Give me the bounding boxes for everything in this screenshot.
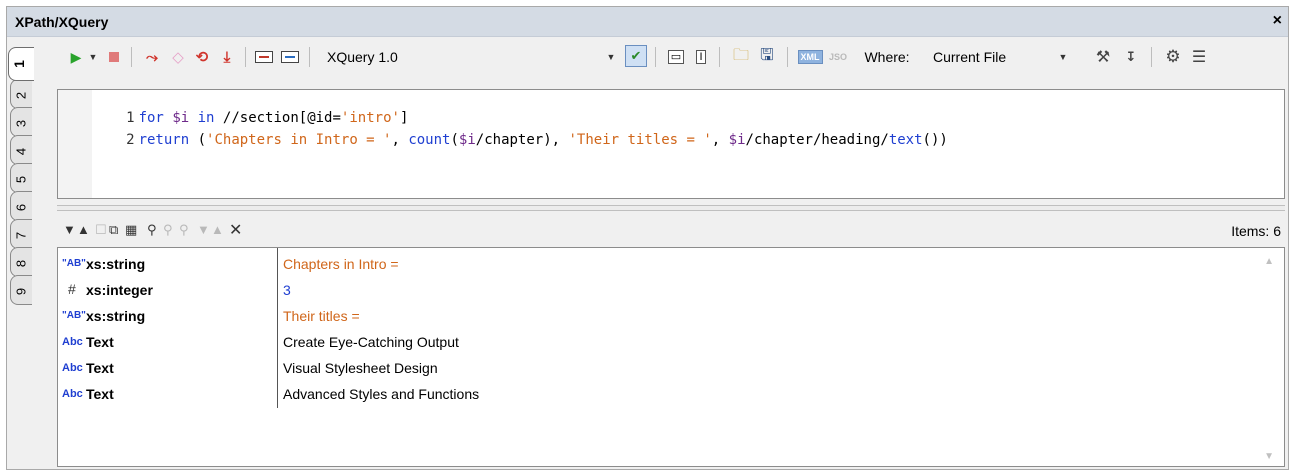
step-over-icon[interactable]: ◇: [167, 47, 189, 67]
version-dropdown-icon[interactable]: ▼: [605, 47, 617, 67]
expand-icon[interactable]: ▲: [77, 222, 90, 237]
wrap-icon[interactable]: ↧: [1119, 47, 1143, 67]
text-type-icon: Abc: [62, 388, 83, 400]
result-row[interactable]: "AB" xs:string Their titles =: [58, 304, 1258, 330]
cursor-icon[interactable]: I: [691, 47, 711, 67]
window-title: XPath/XQuery: [15, 14, 109, 30]
validate-toggle[interactable]: ✔: [624, 45, 648, 67]
grid-icon[interactable]: ▦: [125, 222, 137, 238]
output-window-icon[interactable]: [279, 47, 301, 67]
tab-1[interactable]: 1: [8, 47, 34, 81]
clear-icon[interactable]: ✕: [229, 220, 242, 240]
query-editor[interactable]: 1 for $i in //section[@id='intro'] 2 retur…: [57, 89, 1285, 199]
integer-type-icon: #: [68, 281, 76, 297]
run-icon[interactable]: ▶: [67, 47, 85, 67]
checkmark-chart-icon: ✔: [625, 45, 647, 67]
result-type: xs:string: [86, 256, 146, 272]
tab-7[interactable]: 7: [10, 219, 32, 249]
toolbar-separator: [1151, 47, 1152, 67]
stop-icon[interactable]: [105, 47, 123, 67]
string-type-icon: "AB": [62, 258, 86, 269]
result-value: Visual Stylesheet Design: [283, 360, 438, 376]
result-row[interactable]: "AB" xs:string Chapters in Intro =: [58, 252, 1258, 278]
where-select[interactable]: Current File: [933, 47, 1053, 67]
result-row[interactable]: # xs:integer 3: [58, 278, 1258, 304]
input-window-icon[interactable]: [253, 47, 275, 67]
text-type-icon: Abc: [62, 336, 83, 348]
result-type: xs:integer: [86, 282, 153, 298]
tools-icon[interactable]: ⚒: [1091, 47, 1115, 67]
tab-5[interactable]: 5: [10, 163, 32, 193]
find-next-icon[interactable]: ⚲: [163, 222, 173, 238]
result-type: Text: [86, 360, 114, 376]
close-icon[interactable]: ×: [1273, 12, 1282, 30]
next-item-icon[interactable]: ▼: [197, 222, 210, 237]
string-type-icon: "AB": [62, 310, 86, 321]
result-value: Advanced Styles and Functions: [283, 386, 480, 402]
json-mode-button[interactable]: JSO: [825, 47, 851, 67]
main-toolbar: ▶ ▼ ⤳ ◇ ⟲ ⤓ XQuery 1.0 ▼ ✔ ▭ I 🗀 🖫 XML J…: [57, 43, 1285, 71]
xml-mode-button[interactable]: XML: [795, 47, 825, 67]
toolbar-separator: [655, 47, 656, 67]
items-count: Items: 6: [1231, 223, 1281, 239]
text-type-icon: Abc: [62, 362, 83, 374]
run-to-cursor-icon[interactable]: ⤓: [217, 47, 237, 67]
scroll-up-icon[interactable]: ▲: [1264, 256, 1274, 267]
code-line-2: 2 return ('Chapters in Intro = ', count($…: [126, 132, 948, 148]
result-value: 3: [283, 282, 291, 298]
tab-9[interactable]: 9: [10, 275, 32, 305]
pane-splitter[interactable]: [57, 205, 1285, 211]
run-dropdown-icon[interactable]: ▼: [87, 47, 99, 67]
toolbar-separator: [719, 47, 720, 67]
code-line-1: 1 for $i in //section[@id='intro']: [126, 110, 409, 126]
version-select[interactable]: XQuery 1.0: [327, 47, 467, 67]
result-value: Their titles =: [283, 308, 360, 324]
result-value: Create Eye-Catching Output: [283, 334, 459, 350]
scroll-down-icon[interactable]: ▼: [1264, 451, 1274, 462]
result-type: Text: [86, 386, 114, 402]
settings-gear-icon[interactable]: ⚙: [1161, 47, 1185, 67]
results-panel: "AB" xs:string Chapters in Intro = # xs:…: [57, 247, 1285, 467]
list-view-icon[interactable]: ☰: [1187, 47, 1211, 67]
result-row[interactable]: Abc Text Create Eye-Catching Output: [58, 330, 1258, 356]
result-type: Text: [86, 334, 114, 350]
toolbar-separator: [787, 47, 788, 67]
vertical-tabs: 1 2 3 4 5 6 7 8 9: [7, 47, 34, 307]
tab-8[interactable]: 8: [10, 247, 32, 277]
save-icon[interactable]: 🖫: [755, 47, 779, 67]
find-icon[interactable]: ⚲: [147, 222, 157, 238]
result-row[interactable]: Abc Text Visual Stylesheet Design: [58, 356, 1258, 382]
results-toolbar: ▼ ▲ ☐ ⧉ ▦ ⚲ ⚲ ⚲ ▼ ▲ ✕ Items: 6: [57, 220, 1285, 242]
tab-6[interactable]: 6: [10, 191, 32, 221]
xpath-xquery-window: XPath/XQuery × 1 2 3 4 5 6 7 8 9 ▶ ▼ ⤳ ◇…: [6, 6, 1289, 470]
step-out-icon[interactable]: ⟲: [191, 47, 213, 67]
copy-icon[interactable]: ☐: [95, 222, 107, 238]
where-label: Where:: [864, 49, 910, 65]
debug-step-icon[interactable]: ⤳: [141, 47, 163, 67]
tab-3[interactable]: 3: [10, 107, 32, 137]
result-value: Chapters in Intro =: [283, 256, 399, 272]
toolbar-separator: [245, 47, 246, 67]
collapse-icon[interactable]: ▼: [63, 222, 76, 237]
format-icon[interactable]: ▭: [665, 47, 687, 67]
copy-all-icon[interactable]: ⧉: [109, 222, 118, 238]
tab-4[interactable]: 4: [10, 135, 32, 165]
result-type: xs:string: [86, 308, 146, 324]
title-bar: XPath/XQuery ×: [7, 7, 1288, 37]
toolbar-separator: [131, 47, 132, 67]
open-folder-icon[interactable]: 🗀: [729, 47, 753, 67]
toolbar-separator: [309, 47, 310, 67]
tab-2[interactable]: 2: [10, 79, 32, 109]
result-row[interactable]: Abc Text Advanced Styles and Functions: [58, 382, 1258, 408]
prev-item-icon[interactable]: ▲: [211, 222, 224, 237]
where-dropdown-icon[interactable]: ▼: [1057, 47, 1069, 67]
find-prev-icon[interactable]: ⚲: [179, 222, 189, 238]
